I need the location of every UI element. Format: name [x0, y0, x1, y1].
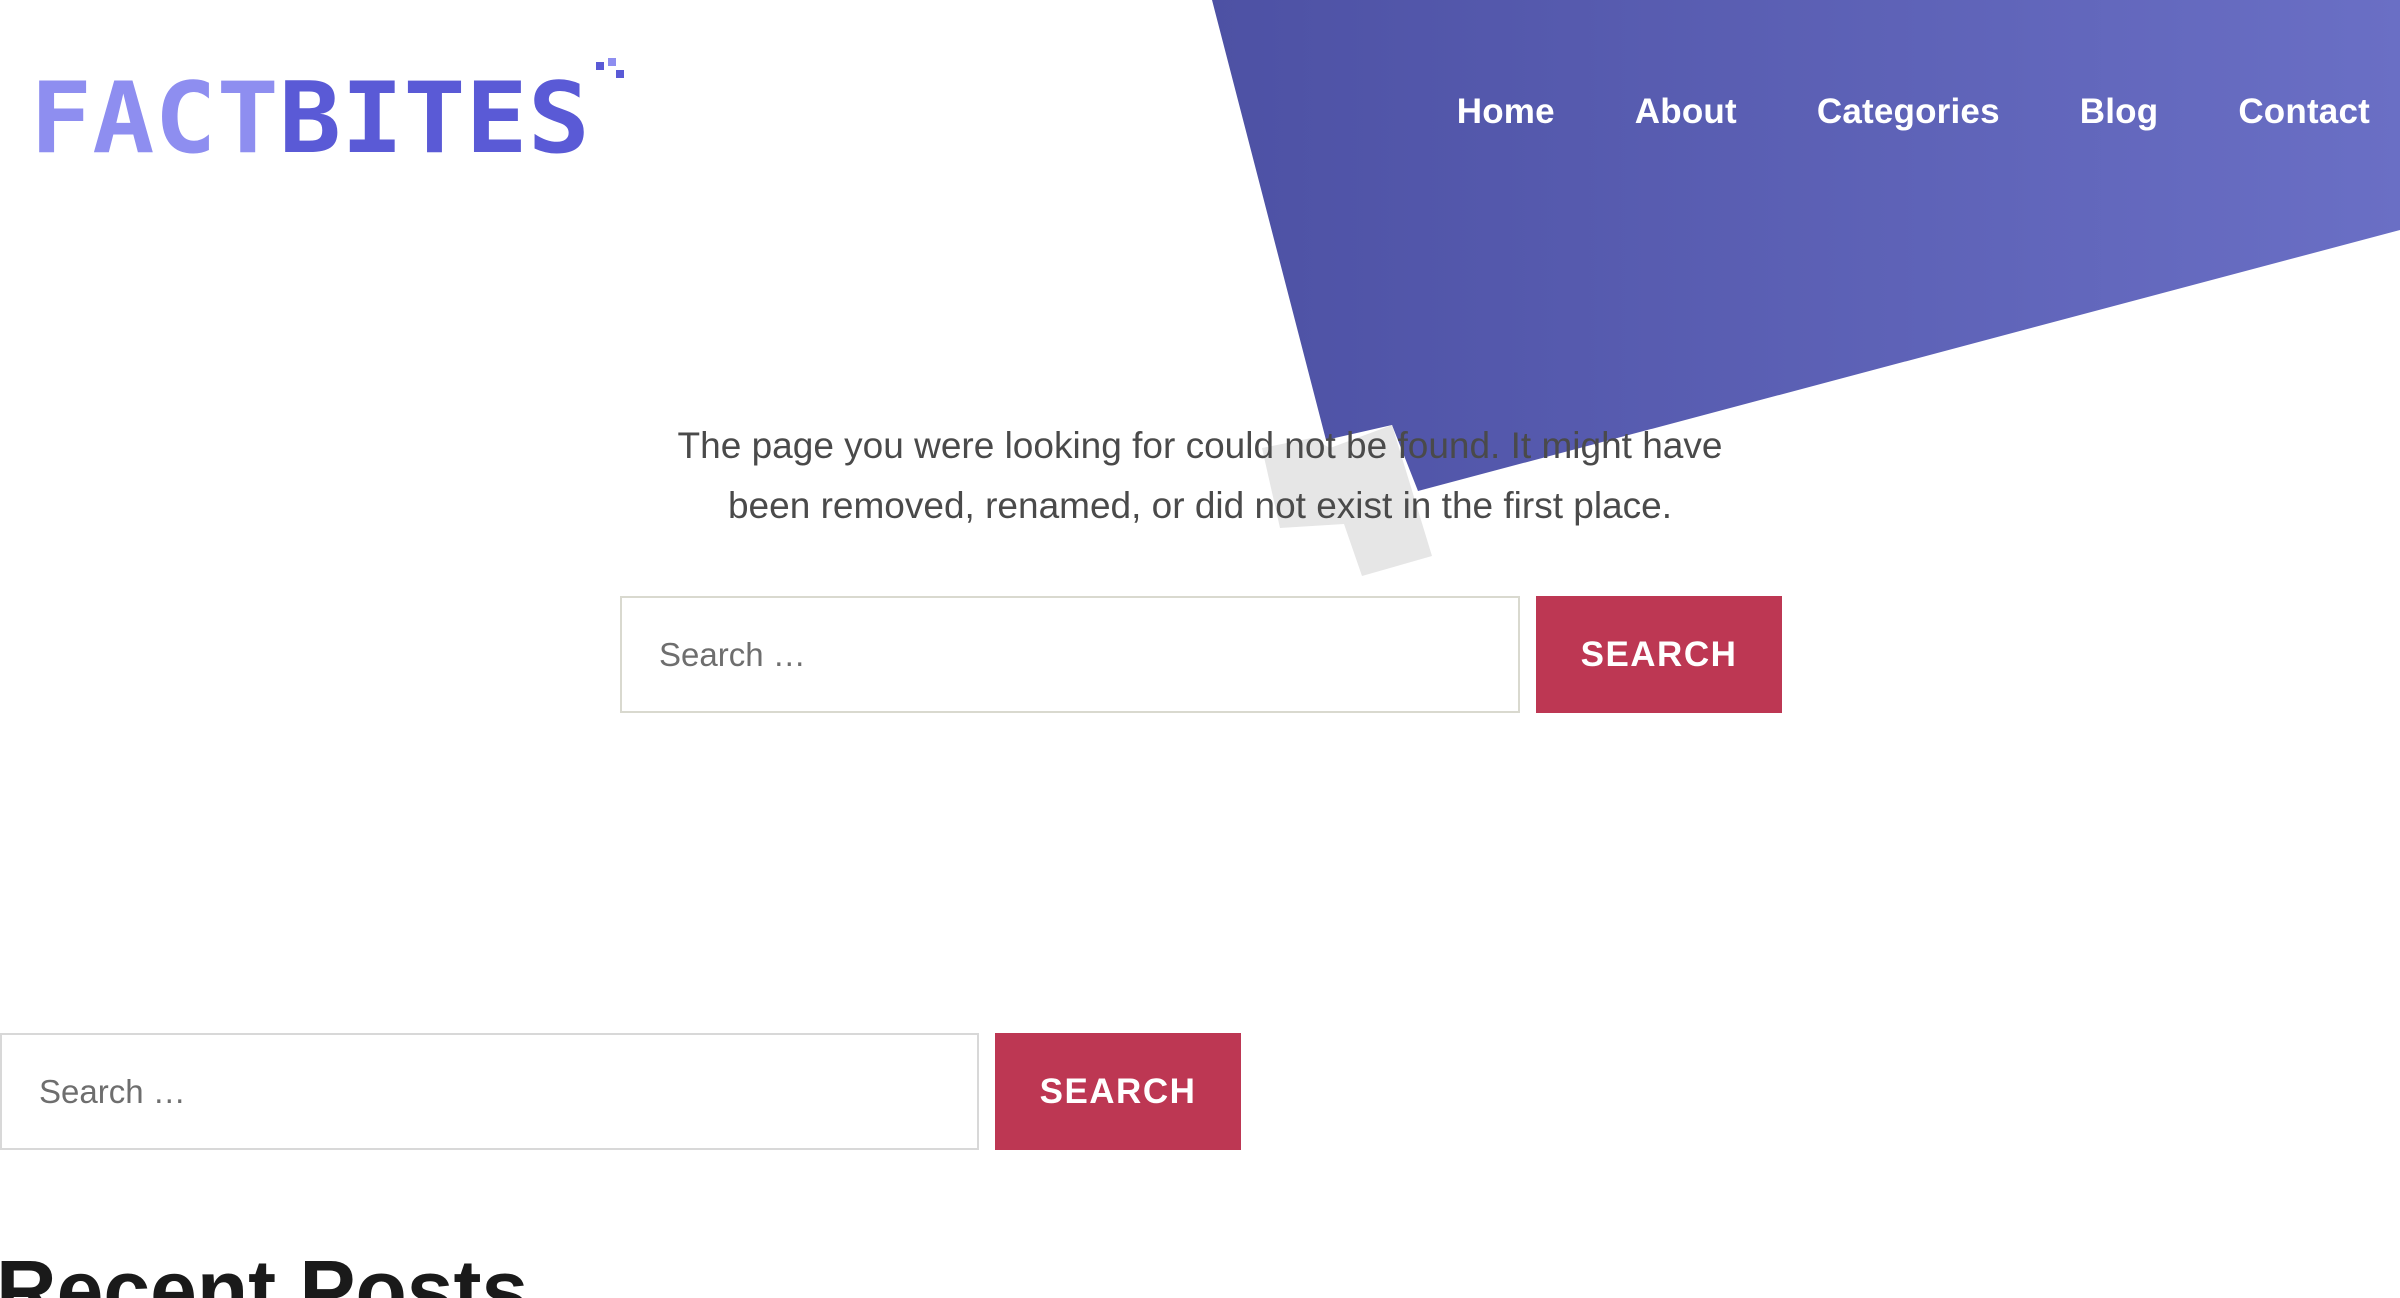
main-search-form: SEARCH: [620, 596, 1782, 713]
sidebar-search-form: SEARCH: [0, 1033, 1241, 1150]
main-nav: Home About Categories Blog Contact: [1457, 92, 2370, 132]
site-logo[interactable]: FACTBITES: [28, 54, 628, 176]
not-found-message: The page you were looking for could not …: [600, 416, 1800, 536]
recent-posts-heading: Recent Posts: [0, 1243, 529, 1298]
main-search-input[interactable]: [620, 596, 1520, 713]
page: FACTBITES Home About Categories Blog Con…: [0, 0, 2400, 1298]
not-found-message-line-2: been removed, renamed, or did not exist …: [727, 485, 1672, 526]
main-search-button[interactable]: SEARCH: [1536, 596, 1782, 713]
sidebar-search-input[interactable]: [0, 1033, 979, 1150]
nav-item-categories[interactable]: Categories: [1817, 92, 2000, 132]
nav-item-blog[interactable]: Blog: [2080, 92, 2159, 132]
not-found-message-line-1: The page you were looking for could not …: [677, 425, 1723, 466]
nav-item-contact[interactable]: Contact: [2238, 92, 2370, 132]
svg-text:FACTBITES: FACTBITES: [30, 62, 590, 158]
factbites-logo-icon: FACTBITES: [30, 58, 624, 176]
sidebar-search-button[interactable]: SEARCH: [995, 1033, 1241, 1150]
nav-item-home[interactable]: Home: [1457, 92, 1555, 132]
nav-item-about[interactable]: About: [1635, 92, 1737, 132]
